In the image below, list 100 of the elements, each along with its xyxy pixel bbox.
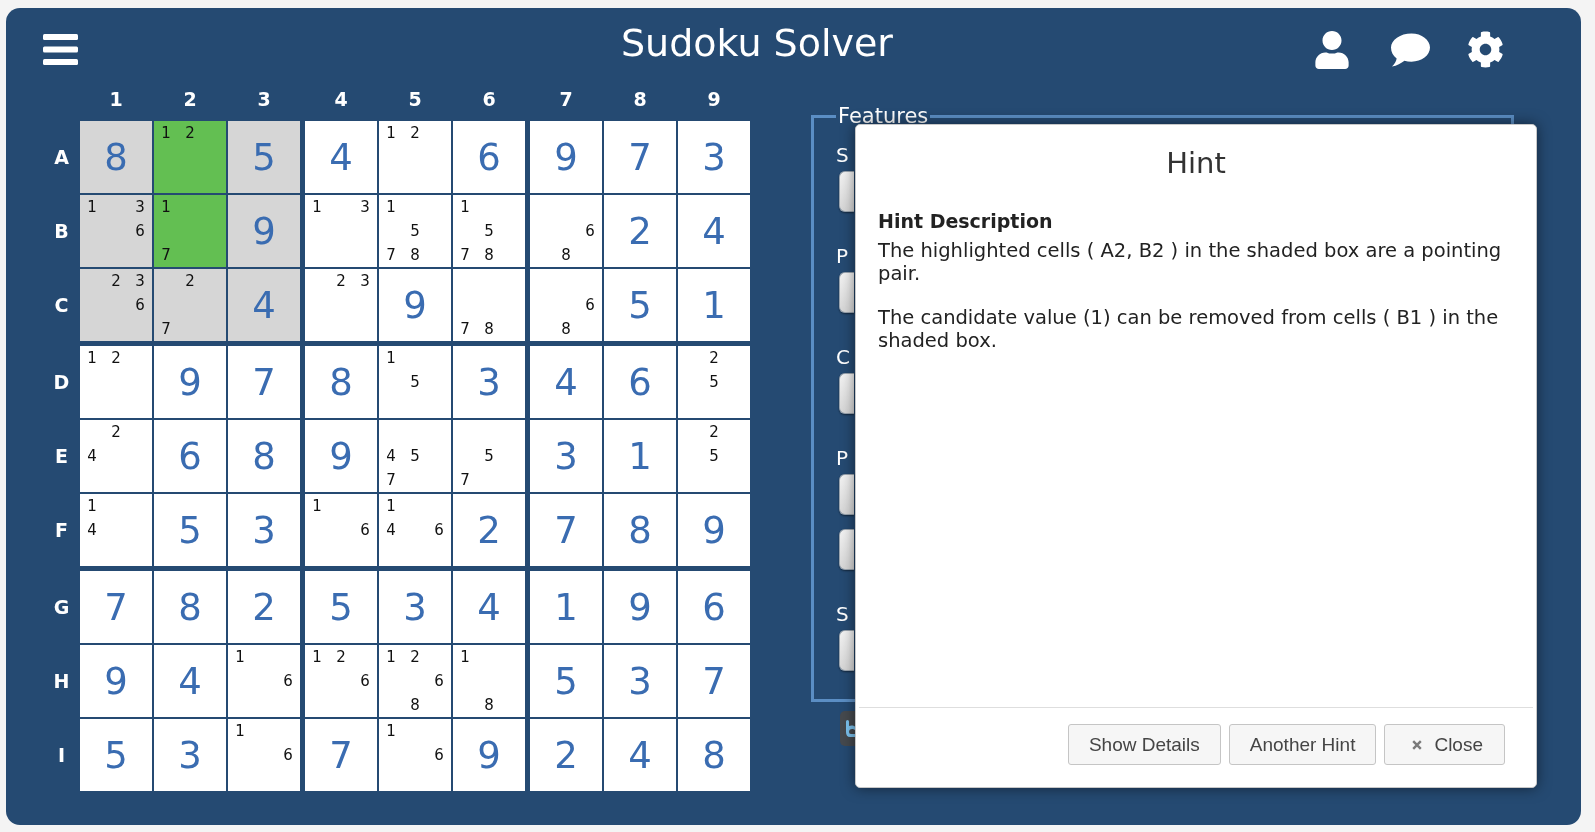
sudoku-cell[interactable]: 5 — [604, 269, 676, 341]
hint-heading: Hint Description — [878, 210, 1053, 233]
sudoku-cell[interactable]: 1 6 — [228, 645, 300, 717]
sudoku-cell[interactable]: 8 — [305, 346, 377, 418]
sudoku-cell[interactable]: 8 — [228, 420, 300, 492]
sudoku-cell[interactable]: 1 6 — [228, 719, 300, 791]
side-button[interactable] — [839, 171, 854, 212]
sudoku-cell[interactable]: 4 — [305, 121, 377, 193]
side-button[interactable] — [839, 272, 854, 313]
sudoku-cell[interactable]: 7 — [305, 719, 377, 791]
sudoku-cell[interactable]: 1 7 — [154, 195, 226, 267]
sudoku-cell[interactable]: 1 5 7 8 — [379, 195, 451, 267]
chat-icon[interactable] — [1391, 32, 1430, 67]
sudoku-cell[interactable]: 6 — [453, 121, 525, 193]
sudoku-cell[interactable]: 1 5 7 8 — [453, 195, 525, 267]
side-button[interactable] — [839, 373, 854, 414]
sudoku-cell[interactable]: 2 3 6 — [80, 269, 152, 341]
dark-button[interactable] — [840, 711, 855, 746]
settings-icon[interactable] — [1467, 31, 1504, 68]
sudoku-cell[interactable]: 1 2 6 — [305, 645, 377, 717]
close-icon — [1412, 739, 1423, 750]
sudoku-cell[interactable]: 4 — [453, 571, 525, 643]
sudoku-cell[interactable]: 4 — [228, 269, 300, 341]
sudoku-cell[interactable]: 6 — [604, 346, 676, 418]
sudoku-cell[interactable]: 2 5 — [678, 420, 750, 492]
side-button[interactable] — [839, 474, 854, 515]
sudoku-cell[interactable]: 3 — [154, 719, 226, 791]
sudoku-cell[interactable]: 8 — [604, 494, 676, 566]
side-button[interactable] — [839, 630, 854, 671]
sudoku-cell[interactable]: 5 7 — [453, 420, 525, 492]
user-icon[interactable] — [1313, 30, 1351, 69]
sudoku-cell[interactable]: 2 7 — [154, 269, 226, 341]
sudoku-cell[interactable]: 3 — [379, 571, 451, 643]
sudoku-cell[interactable]: 6 — [678, 571, 750, 643]
sudoku-cell[interactable]: 3 — [228, 494, 300, 566]
sudoku-cell[interactable]: 1 2 — [80, 346, 152, 418]
sudoku-cell[interactable]: 7 8 — [453, 269, 525, 341]
feature-label: P — [836, 447, 849, 469]
sudoku-cell[interactable]: 3 — [453, 346, 525, 418]
sudoku-cell[interactable]: 3 — [604, 645, 676, 717]
sudoku-cell[interactable]: 5 — [228, 121, 300, 193]
sudoku-cell[interactable]: 1 — [678, 269, 750, 341]
menu-icon[interactable] — [43, 34, 78, 65]
sudoku-cell[interactable]: 1 8 — [453, 645, 525, 717]
sudoku-cell[interactable]: 1 — [530, 571, 602, 643]
sudoku-cell[interactable]: 9 — [154, 346, 226, 418]
sudoku-cell[interactable]: 4 — [154, 645, 226, 717]
side-button[interactable] — [839, 529, 854, 570]
sudoku-cell[interactable]: 7 — [678, 645, 750, 717]
sudoku-cell[interactable]: 4 5 7 — [379, 420, 451, 492]
sudoku-cell[interactable]: 5 — [154, 494, 226, 566]
sudoku-cell[interactable]: 7 — [530, 494, 602, 566]
sudoku-cell[interactable]: 2 4 — [80, 420, 152, 492]
column-label: 6 — [482, 87, 496, 111]
sudoku-cell[interactable]: 7 — [604, 121, 676, 193]
sudoku-cell[interactable]: 5 — [305, 571, 377, 643]
sudoku-cell[interactable]: 1 — [604, 420, 676, 492]
sudoku-cell[interactable]: 1 4 — [80, 494, 152, 566]
sudoku-cell[interactable]: 4 — [604, 719, 676, 791]
sudoku-cell[interactable]: 2 — [530, 719, 602, 791]
sudoku-cell[interactable]: 6 8 — [530, 269, 602, 341]
sudoku-cell[interactable]: 9 — [453, 719, 525, 791]
sudoku-cell[interactable]: 2 — [228, 571, 300, 643]
sudoku-cell[interactable]: 9 — [228, 195, 300, 267]
sudoku-cell[interactable]: 4 — [678, 195, 750, 267]
sudoku-cell[interactable]: 7 — [80, 571, 152, 643]
sudoku-cell[interactable]: 6 — [154, 420, 226, 492]
sudoku-cell[interactable]: 9 — [379, 269, 451, 341]
sudoku-cell[interactable]: 9 — [305, 420, 377, 492]
sudoku-cell[interactable]: 8 — [80, 121, 152, 193]
sudoku-cell[interactable]: 2 3 — [305, 269, 377, 341]
sudoku-cell[interactable]: 1 5 — [379, 346, 451, 418]
sudoku-cell[interactable]: 3 — [678, 121, 750, 193]
sudoku-cell[interactable]: 2 — [453, 494, 525, 566]
sudoku-cell[interactable]: 9 — [604, 571, 676, 643]
sudoku-cell[interactable]: 1 2 — [154, 121, 226, 193]
sudoku-cell[interactable]: 9 — [80, 645, 152, 717]
sudoku-cell[interactable]: 1 2 6 8 — [379, 645, 451, 717]
sudoku-cell[interactable]: 7 — [228, 346, 300, 418]
sudoku-cell[interactable]: 8 — [154, 571, 226, 643]
sudoku-cell[interactable]: 8 — [678, 719, 750, 791]
sudoku-cell[interactable]: 1 3 6 — [80, 195, 152, 267]
sudoku-cell[interactable]: 1 2 — [379, 121, 451, 193]
sudoku-cell[interactable]: 1 6 — [305, 494, 377, 566]
sudoku-cell[interactable]: 2 5 — [678, 346, 750, 418]
sudoku-cell[interactable]: 5 — [80, 719, 152, 791]
sudoku-cell[interactable]: 3 — [530, 420, 602, 492]
sudoku-cell[interactable]: 4 — [530, 346, 602, 418]
sudoku-cell[interactable]: 9 — [678, 494, 750, 566]
dialog-button[interactable]: Another Hint — [1228, 724, 1377, 765]
dialog-button[interactable]: Show Details — [1067, 724, 1221, 765]
sudoku-cell[interactable]: 1 6 — [379, 719, 451, 791]
sudoku-cell[interactable]: 6 8 — [530, 195, 602, 267]
sudoku-cell[interactable]: 1 3 — [305, 195, 377, 267]
sudoku-cell[interactable]: 2 — [604, 195, 676, 267]
sudoku-cell[interactable]: 5 — [530, 645, 602, 717]
column-label: 3 — [257, 87, 271, 111]
sudoku-cell[interactable]: 9 — [530, 121, 602, 193]
close-button[interactable]: Close — [1384, 724, 1505, 765]
sudoku-cell[interactable]: 1 4 6 — [379, 494, 451, 566]
